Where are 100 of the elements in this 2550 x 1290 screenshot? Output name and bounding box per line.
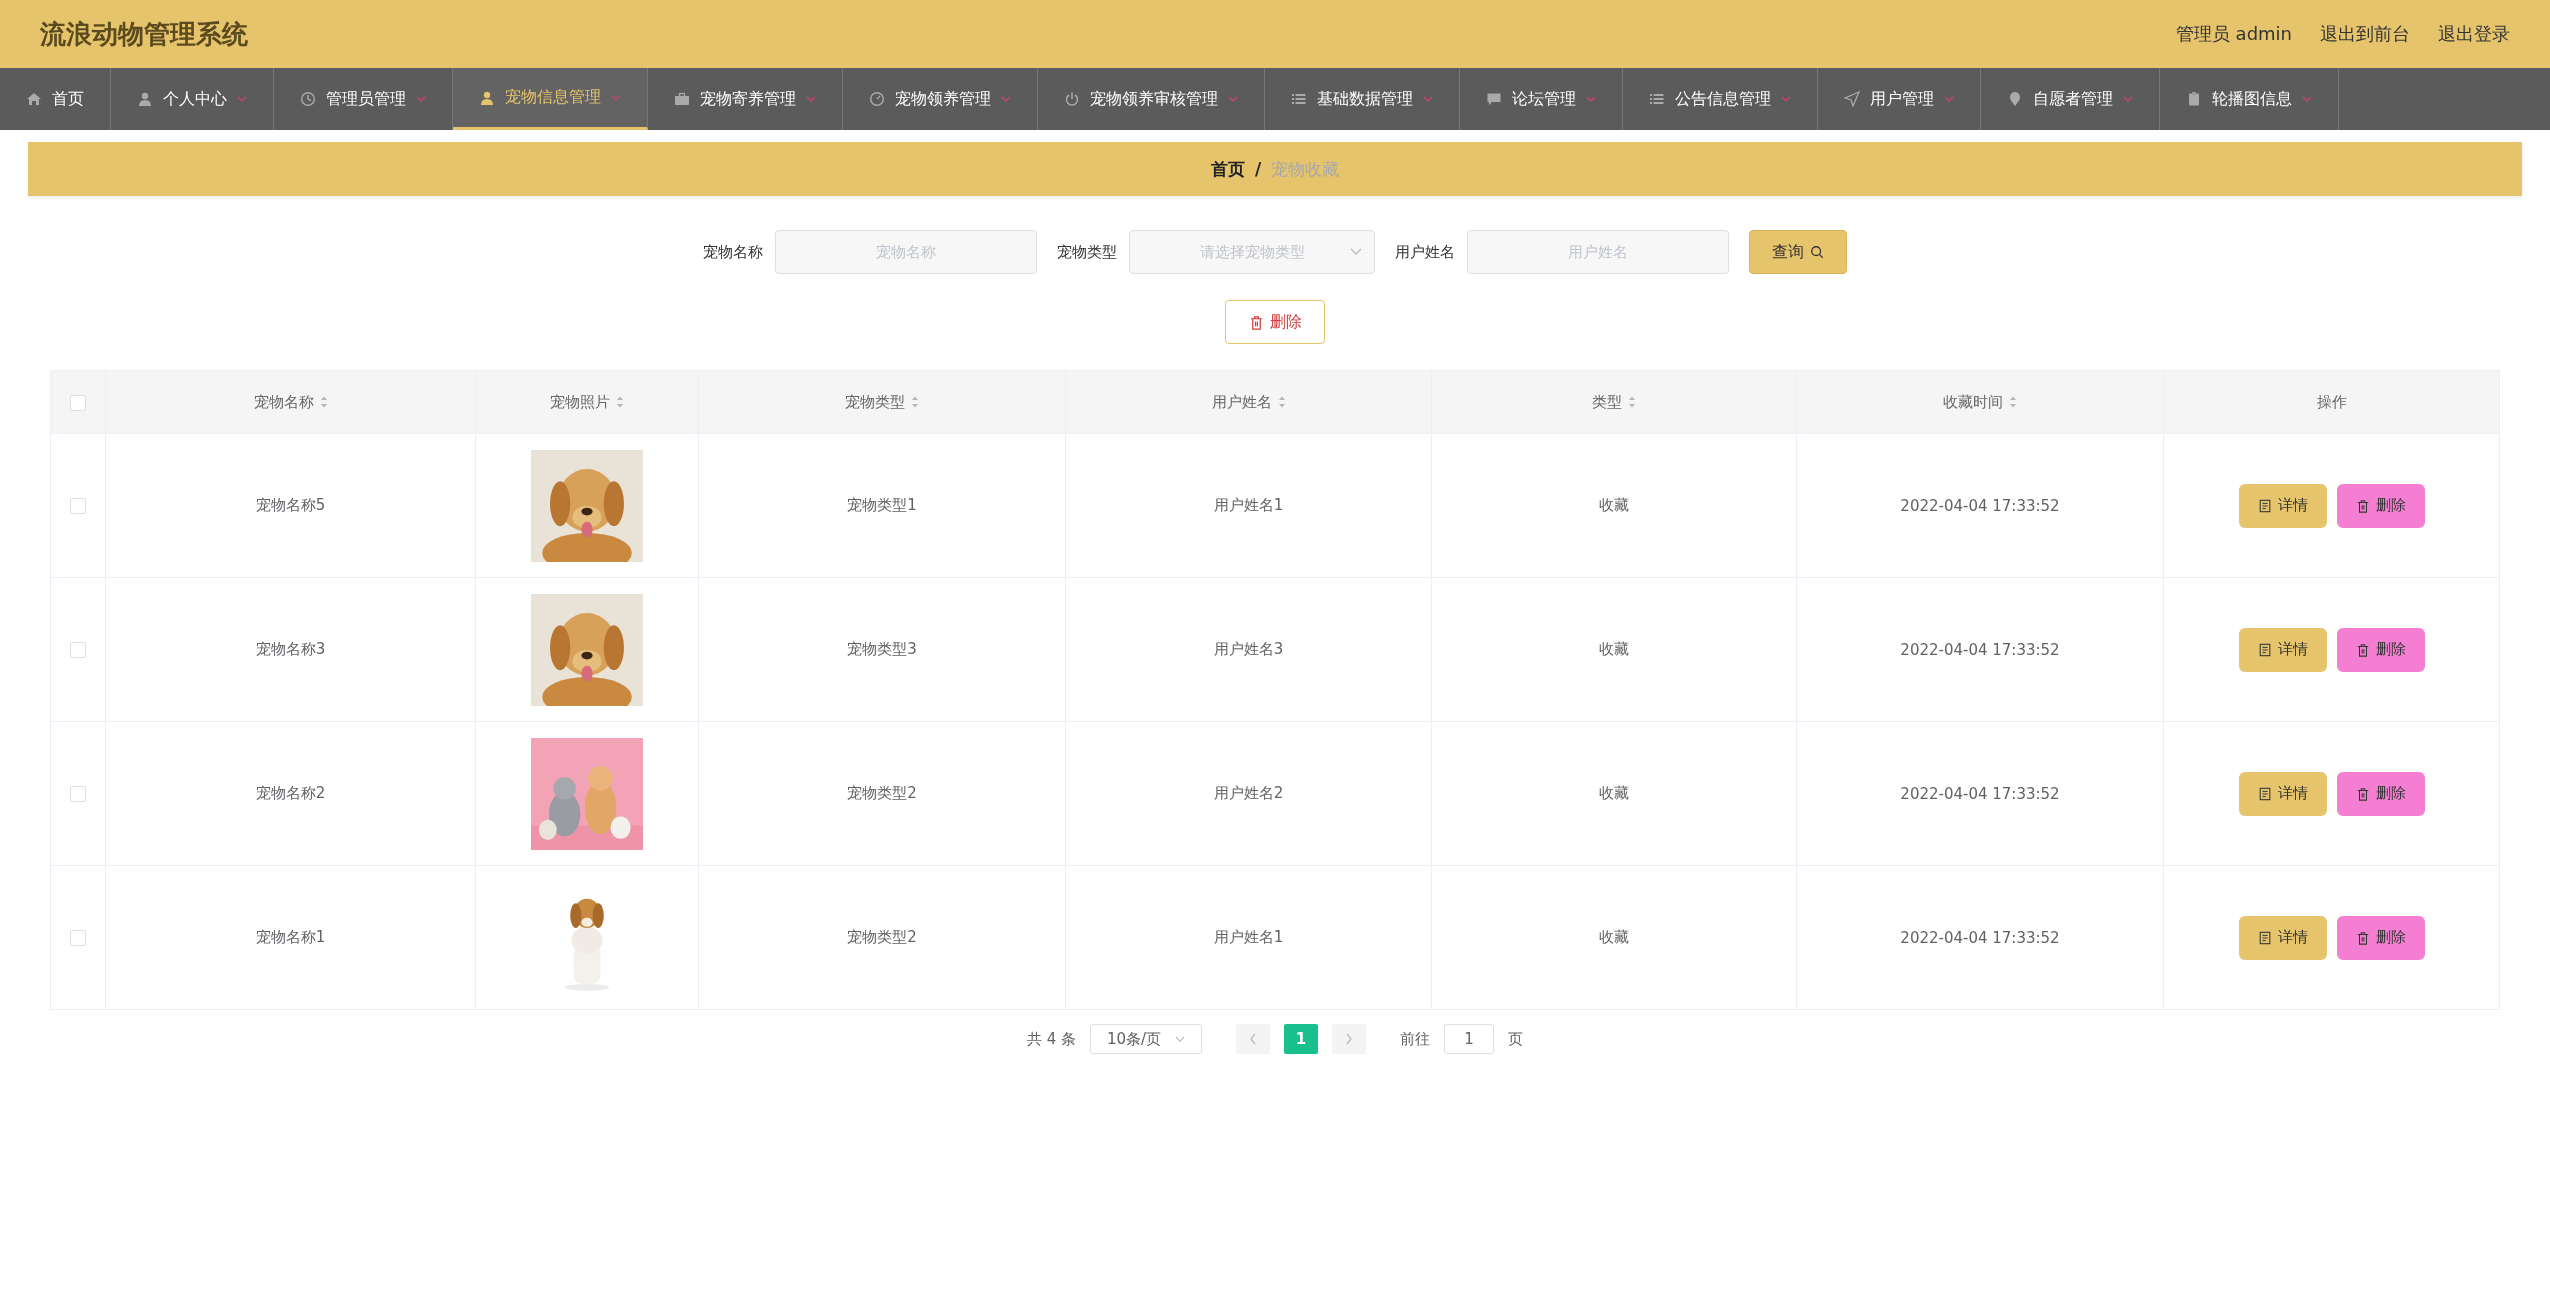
- nav-tab[interactable]: 用户管理: [1818, 68, 1981, 130]
- breadcrumb-home[interactable]: 首页: [1210, 157, 1245, 181]
- list-icon: [1291, 91, 1307, 107]
- nav-tab[interactable]: 宠物寄养管理: [648, 68, 843, 130]
- document-icon: [2257, 786, 2272, 801]
- header-link[interactable]: 退出登录: [2438, 22, 2510, 46]
- delete-button[interactable]: 删除: [2336, 483, 2425, 528]
- field-label: 宠物名称: [703, 242, 763, 262]
- nav-tab[interactable]: 基础数据管理: [1265, 68, 1460, 130]
- trash-icon: [2355, 498, 2370, 513]
- power-icon: [1064, 91, 1080, 107]
- trash-icon: [2355, 642, 2370, 657]
- page-input[interactable]: 1: [1444, 1024, 1495, 1054]
- details-button[interactable]: 详情: [2238, 771, 2327, 816]
- details-button[interactable]: 详情: [2238, 915, 2327, 960]
- document-icon: [2257, 642, 2272, 657]
- chevron-left-icon: [1249, 1033, 1258, 1045]
- clock-icon: [300, 91, 316, 107]
- table-cell: 用户姓名2: [1213, 784, 1284, 802]
- clipboard-icon: [2186, 91, 2202, 107]
- table-cell: 宠物类型2: [847, 784, 917, 802]
- checkbox[interactable]: [70, 394, 86, 411]
- nav-tab[interactable]: 轮播图信息: [2160, 68, 2339, 130]
- document-icon: [2257, 930, 2272, 945]
- delete-button[interactable]: 删除: [2336, 915, 2425, 960]
- nav-tab[interactable]: 宠物信息管理: [453, 68, 648, 130]
- delete-button[interactable]: 删除: [2336, 771, 2425, 816]
- column-header: 类型: [1592, 392, 1622, 411]
- details-button[interactable]: 详情: [2238, 627, 2327, 672]
- chevron-down-icon: [1175, 1035, 1186, 1043]
- chevron-down-icon: [1350, 248, 1362, 256]
- trash-icon: [2355, 930, 2370, 945]
- table-cell: 宠物名称2: [255, 784, 326, 802]
- field-label: 用户姓名: [1395, 242, 1455, 262]
- nav-tab[interactable]: 公告信息管理: [1623, 68, 1818, 130]
- document-icon: [2257, 498, 2272, 513]
- chevron-right-icon: [1345, 1033, 1354, 1045]
- user-icon: [137, 91, 153, 107]
- header-link[interactable]: 管理员 admin: [2175, 22, 2292, 46]
- table-cell: 宠物名称5: [255, 496, 326, 514]
- table-cell: 宠物名称1: [255, 928, 326, 946]
- nav-tab[interactable]: 宠物领养管理: [843, 68, 1038, 130]
- breadcrumb-separator: /: [1254, 159, 1262, 179]
- sort-icon[interactable]: [911, 395, 919, 409]
- page-size-select[interactable]: 10条/页: [1090, 1024, 1203, 1054]
- home-icon: [26, 91, 42, 107]
- table-cell: 收藏: [1599, 640, 1629, 658]
- next-page-button[interactable]: [1332, 1024, 1367, 1054]
- table-cell: 宠物类型2: [847, 928, 917, 946]
- table-cell: 用户姓名1: [1213, 496, 1284, 514]
- nav-tab[interactable]: 自愿者管理: [1981, 68, 2160, 130]
- trash-icon: [1248, 314, 1264, 330]
- table-cell: 用户姓名1: [1213, 928, 1284, 946]
- search-icon: [1810, 245, 1824, 259]
- table-cell: 宠物名称3: [255, 640, 326, 658]
- previous-page-button[interactable]: [1236, 1024, 1271, 1054]
- app-title: 流浪动物管理系统: [40, 17, 248, 51]
- checkbox[interactable]: [70, 498, 86, 514]
- column-header: 操作: [2316, 392, 2347, 411]
- checkbox[interactable]: [70, 930, 86, 946]
- delete-button[interactable]: 删除: [2336, 627, 2425, 672]
- gauge-icon: [869, 91, 885, 107]
- table-cell: 收藏: [1599, 496, 1629, 514]
- checkbox[interactable]: [70, 786, 86, 802]
- table-cell: 宠物类型1: [847, 496, 917, 514]
- table-cell: 用户姓名3: [1213, 640, 1284, 658]
- trash-icon: [2355, 786, 2370, 801]
- breadcrumb-current: 宠物收藏: [1271, 157, 1340, 181]
- goto-label: 前往: [1400, 1029, 1431, 1049]
- table-cell: 2022-04-04 17:33:52: [1900, 496, 2060, 515]
- sort-icon[interactable]: [616, 395, 624, 409]
- nav-tab[interactable]: 宠物领养审核管理: [1038, 68, 1265, 130]
- table-cell: 2022-04-04 17:33:52: [1900, 640, 2060, 659]
- table-cell: 2022-04-04 17:33:52: [1900, 784, 2060, 803]
- nav-tab[interactable]: 个人中心: [111, 68, 274, 130]
- delete-button[interactable]: 删除: [1225, 300, 1325, 344]
- sort-icon[interactable]: [2009, 395, 2017, 409]
- briefcase-icon: [674, 91, 690, 107]
- sort-icon[interactable]: [319, 395, 328, 409]
- sort-icon[interactable]: [1628, 395, 1636, 409]
- chat-icon: [1486, 91, 1502, 107]
- table-cell: 收藏: [1599, 928, 1629, 946]
- search-button[interactable]: 查询: [1749, 230, 1847, 274]
- page-suffix: 页: [1508, 1029, 1524, 1049]
- total-count: 共 4 条: [1026, 1029, 1077, 1049]
- send-icon: [1844, 91, 1860, 107]
- column-header: 宠物照片: [550, 392, 610, 411]
- header-link[interactable]: 退出到前台: [2320, 22, 2410, 46]
- details-button[interactable]: 详情: [2238, 483, 2327, 528]
- column-header: 收藏时间: [1943, 392, 2003, 411]
- field-label: 宠物类型: [1057, 242, 1117, 262]
- column-header: 用户姓名: [1211, 392, 1272, 411]
- nav-tab[interactable]: 论坛管理: [1460, 68, 1623, 130]
- user-icon: [479, 89, 495, 106]
- nav-tab[interactable]: 首页: [0, 68, 111, 130]
- column-header: 宠物类型: [845, 392, 905, 411]
- table-cell: 收藏: [1599, 784, 1629, 802]
- checkbox[interactable]: [70, 642, 86, 658]
- table-cell: 2022-04-04 17:33:52: [1900, 928, 2060, 947]
- sort-icon[interactable]: [1277, 395, 1286, 409]
